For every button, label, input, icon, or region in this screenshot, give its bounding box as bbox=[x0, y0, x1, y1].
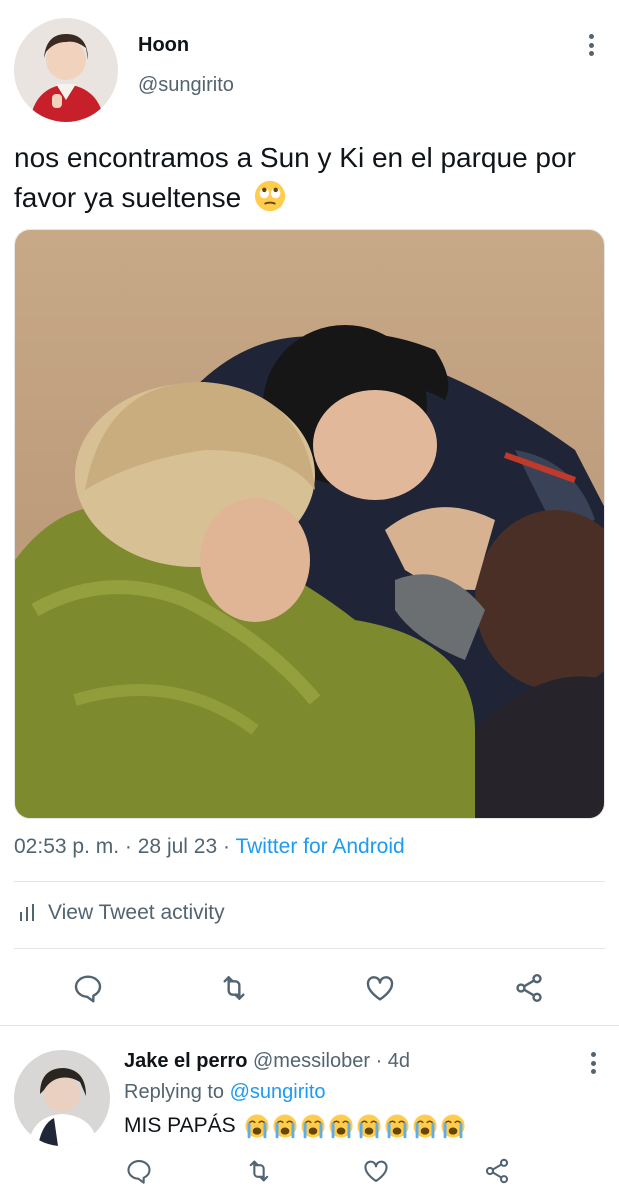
replying-to-prefix: Replying to bbox=[124, 1081, 225, 1103]
reply-header: Jake el perro @messilober · 4d bbox=[124, 1050, 410, 1073]
reply-author-name[interactable]: Jake el perro bbox=[124, 1050, 247, 1072]
main-tweet: Hoon @sungirito nos encontramos a Sun y … bbox=[0, 0, 619, 1025]
share-icon bbox=[485, 1158, 509, 1184]
loudly-crying-face-emoji bbox=[301, 1114, 325, 1139]
loudly-crying-face-emoji bbox=[357, 1114, 381, 1139]
tweet-text: nos encontramos a Sun y Ki en el parque … bbox=[14, 138, 604, 218]
reply-share-button[interactable] bbox=[480, 1154, 514, 1188]
view-tweet-activity-label: View Tweet activity bbox=[48, 901, 225, 924]
loudly-crying-face-emoji bbox=[441, 1114, 465, 1139]
reply-retweet-button[interactable] bbox=[242, 1154, 276, 1188]
face-with-rolling-eyes-emoji bbox=[254, 180, 286, 212]
meta-separator: · bbox=[124, 835, 132, 858]
author-name[interactable]: Hoon bbox=[138, 34, 189, 57]
divider bbox=[14, 881, 605, 882]
share-icon bbox=[516, 974, 542, 1002]
reply-icon bbox=[127, 1160, 151, 1184]
reply-reply-button[interactable] bbox=[122, 1154, 156, 1188]
like-button[interactable] bbox=[360, 968, 400, 1008]
replying-to-mention[interactable]: @sungirito bbox=[230, 1081, 326, 1103]
tweet-photo[interactable] bbox=[14, 229, 605, 819]
crying-emoji-row bbox=[244, 1113, 466, 1139]
reply-text-content: MIS PAPÁS bbox=[124, 1114, 236, 1137]
more-options-icon[interactable] bbox=[581, 30, 601, 60]
replying-to: Replying to @sungirito bbox=[124, 1081, 326, 1104]
meta-separator: · bbox=[223, 835, 230, 858]
reply-like-button[interactable] bbox=[359, 1154, 393, 1188]
reply-age: 4d bbox=[387, 1050, 411, 1072]
author-avatar[interactable] bbox=[14, 18, 118, 122]
like-icon bbox=[366, 976, 394, 1001]
tweet-meta: 02:53 p. m. · 28 jul 23 · Twitter for An… bbox=[14, 835, 405, 859]
reply-author-handle[interactable]: @messilober bbox=[253, 1050, 370, 1072]
tweet-date: 28 jul 23 bbox=[137, 835, 218, 858]
analytics-icon bbox=[20, 904, 34, 921]
loudly-crying-face-emoji bbox=[245, 1114, 269, 1139]
divider bbox=[14, 948, 605, 949]
reply-button[interactable] bbox=[68, 968, 108, 1008]
loudly-crying-face-emoji bbox=[413, 1114, 437, 1139]
author-handle[interactable]: @sungirito bbox=[138, 74, 234, 97]
retweet-icon bbox=[249, 1160, 269, 1182]
retweet-button[interactable] bbox=[214, 968, 254, 1008]
share-button[interactable] bbox=[509, 968, 549, 1008]
reply-icon bbox=[74, 975, 102, 1003]
reply-actions bbox=[0, 1150, 619, 1194]
loudly-crying-face-emoji bbox=[329, 1114, 353, 1139]
meta-separator: · bbox=[375, 1050, 383, 1072]
reply-text: MIS PAPÁS bbox=[124, 1113, 466, 1139]
loudly-crying-face-emoji bbox=[385, 1114, 409, 1139]
like-icon bbox=[364, 1160, 388, 1182]
tweet-time: 02:53 p. m. bbox=[14, 835, 120, 858]
reply-author-avatar[interactable] bbox=[14, 1050, 110, 1146]
loudly-crying-face-emoji bbox=[273, 1114, 297, 1139]
reply-more-options-icon[interactable] bbox=[583, 1048, 603, 1078]
divider bbox=[0, 1025, 619, 1026]
retweet-icon bbox=[223, 976, 245, 1000]
tweet-source-link[interactable]: Twitter for Android bbox=[235, 835, 404, 858]
tweet-text-content: nos encontramos a Sun y Ki en el parque … bbox=[14, 142, 576, 213]
view-tweet-activity-button[interactable]: View Tweet activity bbox=[18, 901, 225, 925]
tweet-actions bbox=[0, 960, 619, 1012]
